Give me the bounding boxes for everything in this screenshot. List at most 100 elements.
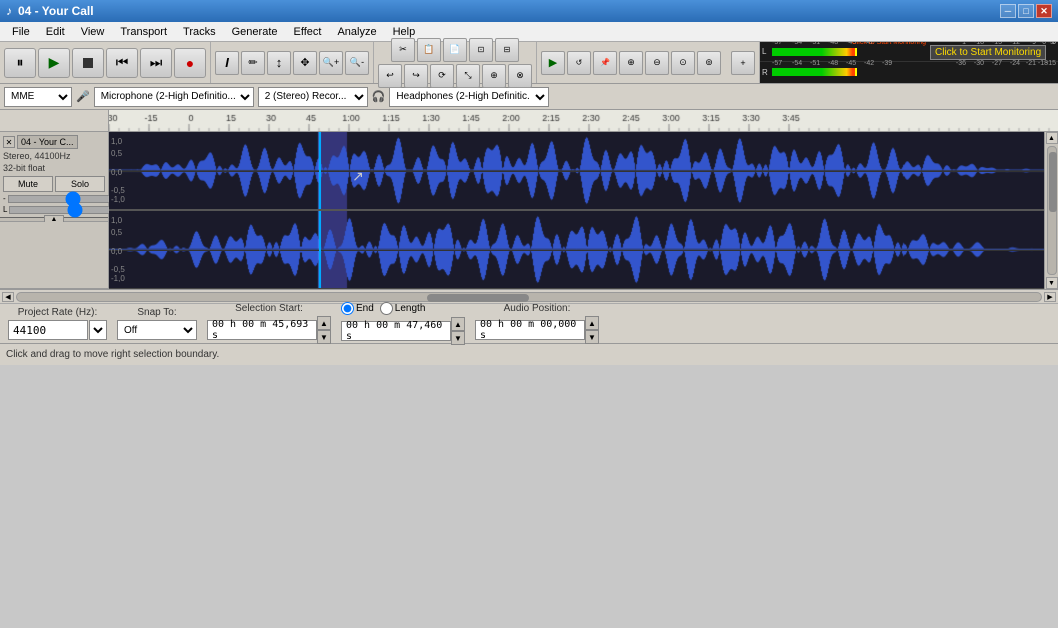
input-select[interactable]: Microphone (2-High Definitio... [94,87,254,107]
waveform-top[interactable]: 1,0 0,5 0,0 -0,5 -1,0 ↗ [109,132,1044,211]
zoom-sel-button[interactable]: ⊕ [482,64,506,88]
more4-btn[interactable]: ⊚ [697,51,721,75]
undo-button[interactable]: ↩ [378,64,402,88]
snap-to-select[interactable]: Off [117,320,197,340]
cut-button[interactable]: ✂ [391,38,415,62]
next-button[interactable]: ⏭ [140,48,172,78]
snap-to-label: Snap To: [137,307,176,318]
amp-05-top: 0,5 [111,149,122,158]
end-radio[interactable] [341,302,354,315]
vertical-scrollbar[interactable]: ▲ ▼ [1044,132,1058,289]
fit-button[interactable]: ⤡ [456,64,480,88]
window-title: 04 - Your Call [18,4,94,18]
output-select[interactable]: Headphones (2-High Definitic... [389,87,549,107]
scroll-track[interactable] [1047,146,1057,275]
audio-pos-value[interactable]: 00 h 00 m 00,000 s [475,320,585,340]
more2-btn[interactable]: ⊖ [645,51,669,75]
click-to-start-monitoring-button[interactable]: Click to Start Monitoring [930,45,1046,60]
audio-pos-up[interactable]: ▲ [585,316,599,330]
menu-view[interactable]: View [73,24,113,40]
track-header-top: ✕ 04 - Your C... Stereo, 44100Hz 32-bit … [0,132,108,218]
next-icon: ⏭ [150,54,163,71]
play-button[interactable]: ▶ [38,48,70,78]
prev-button[interactable]: ⏮ [106,48,138,78]
track-name-dropdown[interactable]: 04 - Your C... [17,135,78,149]
paste-button[interactable]: 📄 [443,38,467,62]
audio-pos-down[interactable]: ▼ [585,330,599,344]
horizontal-scrollbar[interactable]: ◀ ▶ [0,289,1058,303]
ruler [109,110,1058,131]
scroll-up-button[interactable]: ▲ [1046,132,1058,144]
pin-button[interactable]: 📌 [593,51,617,75]
end-down[interactable]: ▼ [451,331,465,345]
stop-icon [83,58,93,68]
waveform-bottom[interactable]: 1,0 0,5 0,0 -0,5 -1,0 [109,211,1044,289]
select-tool-button[interactable]: I [215,51,239,75]
draw-tool-button[interactable]: ✏ [241,51,265,75]
audio-pos-label: Audio Position: [504,303,571,314]
amp-n1-bottom: -1,0 [111,274,125,283]
menu-edit[interactable]: Edit [38,24,73,40]
scroll-thumb-h[interactable] [427,294,529,302]
end-value[interactable]: 00 h 00 m 47,460 s [341,321,451,341]
menu-effect[interactable]: Effect [286,24,330,40]
record-icon: ● [186,55,194,71]
scroll-right-button[interactable]: ▶ [1044,292,1056,302]
selection-start-label: Selection Start: [235,303,303,314]
titlebar: ♪ 04 - Your Call ─ □ ✕ [0,0,1058,22]
scroll-thumb[interactable] [1049,152,1057,212]
more1-btn[interactable]: ⊕ [619,51,643,75]
pan-l: L [3,205,7,214]
amp-1-bottom: 1,0 [111,216,122,225]
scroll-track-h[interactable] [16,292,1042,302]
record-button[interactable]: ● [174,48,206,78]
redo-button[interactable]: ↪ [404,64,428,88]
track-header-space [0,110,109,131]
vu-r-label: R [762,68,770,77]
scroll-left-button[interactable]: ◀ [2,292,14,302]
pause-button[interactable]: ⏸ [4,48,36,78]
gain-minus[interactable]: - [3,194,6,203]
selection-start-up[interactable]: ▲ [317,316,331,330]
end-up[interactable]: ▲ [451,317,465,331]
copy-button[interactable]: 📋 [417,38,441,62]
close-button[interactable]: ✕ [1036,4,1052,18]
length-radio[interactable] [380,302,393,315]
zoom-out-button[interactable]: 🔍- [345,51,369,75]
track-close-button[interactable]: ✕ [3,136,15,148]
minimize-button[interactable]: ─ [1000,4,1016,18]
trim-button[interactable]: ⊡ [469,38,493,62]
play-at-end-button[interactable]: ▶ [541,51,565,75]
multi-tool-button[interactable]: ✥ [293,51,317,75]
channel-select[interactable]: 2 (Stereo) Recor... [258,87,368,107]
menu-file[interactable]: File [4,24,38,40]
titlebar-left: ♪ 04 - Your Call [6,4,94,18]
play-icon: ▶ [49,54,60,71]
stop-button[interactable] [72,48,104,78]
selection-start-value[interactable]: 00 h 00 m 45,693 s [207,320,317,340]
headphone-icon: 🎧 [372,90,386,103]
silence-button[interactable]: ⊟ [495,38,519,62]
zoom-fit-button[interactable]: ⊗ [508,64,532,88]
click-monitor-label[interactable]: Click to Start Monitoring [852,42,926,46]
host-select[interactable]: MME [4,87,72,107]
sync-button[interactable]: ⟳ [430,64,454,88]
menu-analyze[interactable]: Analyze [329,24,384,40]
envelope-tool-button[interactable]: ↕ [267,51,291,75]
amp-n05-bottom: -0,5 [111,265,125,274]
menu-transport[interactable]: Transport [112,24,175,40]
more3-btn[interactable]: ⊙ [671,51,695,75]
zoom-in-button[interactable]: 🔍+ [319,51,343,75]
menu-tracks[interactable]: Tracks [175,24,224,40]
amp-1-top: 1,0 [111,137,122,146]
menu-generate[interactable]: Generate [224,24,286,40]
loop-button[interactable]: ↺ [567,51,591,75]
selection-start-down[interactable]: ▼ [317,330,331,344]
maximize-button[interactable]: □ [1018,4,1034,18]
project-rate-dropdown[interactable]: ▼ [89,320,107,340]
status-text: Click and drag to move right selection b… [6,349,219,360]
extra1-btn[interactable]: + [731,51,755,75]
app-icon: ♪ [6,4,12,18]
waveform-area: 1,0 0,5 0,0 -0,5 -1,0 ↗ 1,0 0,5 0,0 -0,5… [109,132,1044,289]
scroll-down-button[interactable]: ▼ [1046,277,1058,289]
